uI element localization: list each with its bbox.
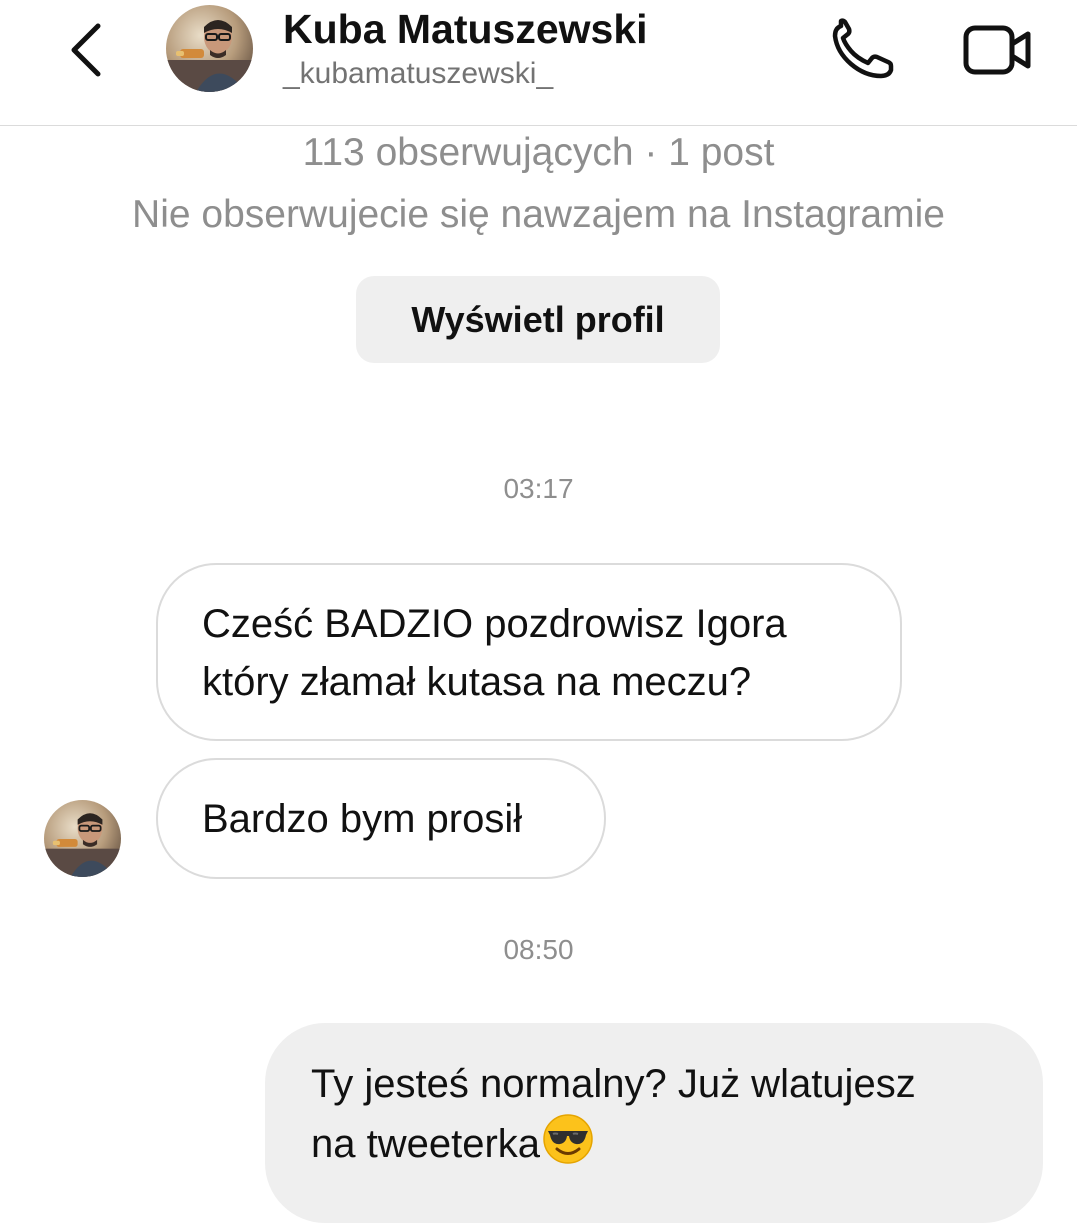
chevron-left-icon [71,23,101,77]
message-text-line: Ty jesteś normalny? Już wlatujesz [311,1062,916,1106]
message-bubble-incoming[interactable]: Bardzo bym prosił [156,758,606,879]
sender-avatar[interactable] [44,800,121,877]
chat-title[interactable]: Kuba Matuszewski _kubamatuszewski_ [283,4,648,94]
profile-stats: 113 obserwujących · 1 post [302,131,775,174]
video-camera-icon [963,25,1031,75]
message-bubble-incoming[interactable]: Cześć BADZIO pozdrowisz Igora który złam… [156,563,902,741]
message-text-line: Cześć BADZIO pozdrowisz Igora [202,602,787,646]
message-text-line: który złamał kutasa na meczu? [202,660,752,704]
view-profile-button[interactable]: Wyświetl profil [356,276,720,363]
smiling-face-with-sunglasses-icon [542,1113,594,1181]
contact-handle: _kubamatuszewski_ [283,57,554,90]
chat-header: Kuba Matuszewski _kubamatuszewski_ [0,0,1077,126]
message-text-line-with-emoji: na tweeterka [311,1113,1003,1181]
call-button[interactable] [827,18,897,82]
back-button[interactable] [62,18,118,82]
phone-icon [832,18,894,79]
message-text-line: Bardzo bym prosił [202,797,523,841]
message-bubble-outgoing[interactable]: Ty jesteś normalny? Już wlatujesz na twe… [265,1023,1043,1223]
message-text: na tweeterka [311,1122,541,1166]
mutual-follow-status: Nie obserwujecie się nawzajem na Instagr… [132,193,945,236]
timestamp: 03:17 [503,473,574,504]
timestamp: 08:50 [503,934,574,965]
video-call-button[interactable] [960,20,1035,80]
avatar[interactable] [166,5,253,92]
contact-name: Kuba Matuszewski [283,6,648,52]
